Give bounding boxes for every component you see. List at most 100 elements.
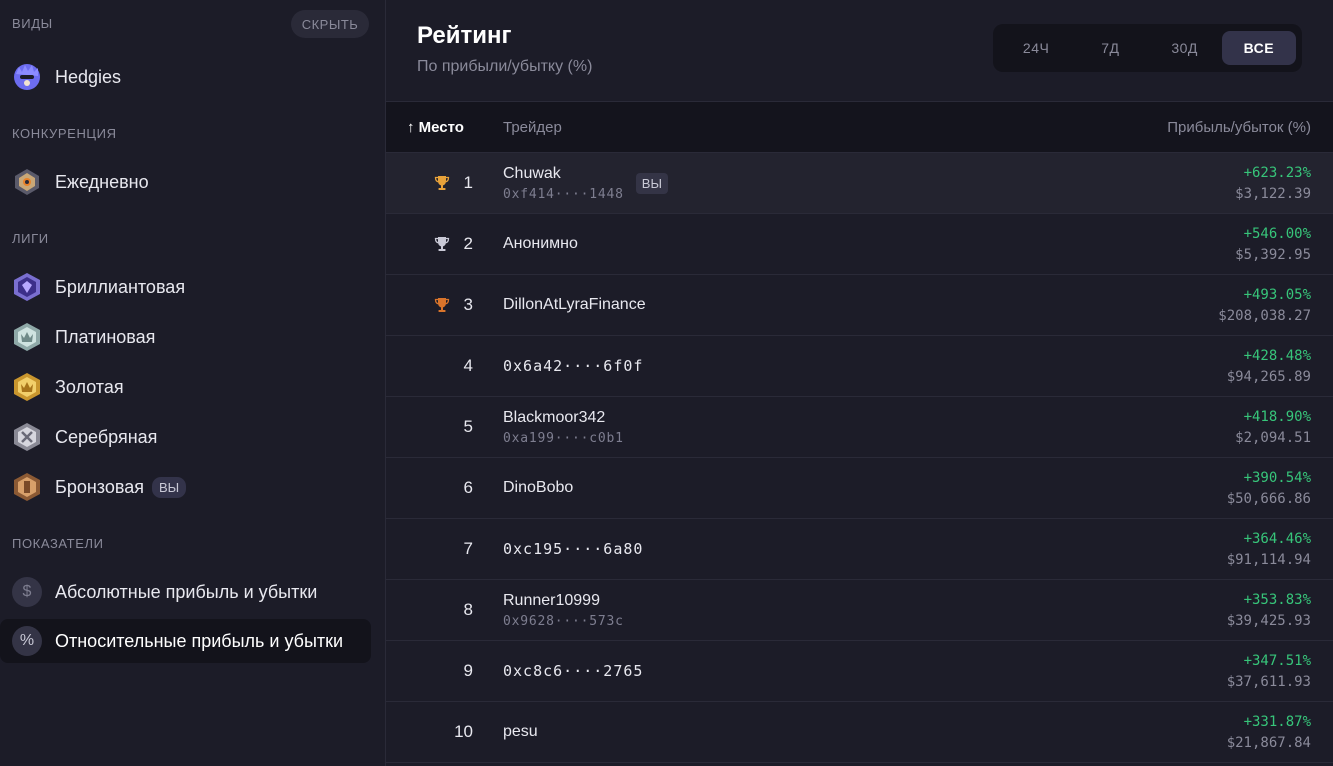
table-header: ↑ Место Трейдер Прибыль/убыток (%)	[386, 101, 1333, 153]
pnl-percent: +353.83%	[1243, 591, 1311, 608]
rank-number: 8	[463, 600, 473, 619]
percent-glyph: %	[12, 626, 42, 656]
sidebar-item-silver[interactable]: Серебряная	[0, 415, 371, 459]
table-row[interactable]: 8 Runner10999 0x9628····573c +353.83% $39,42…	[386, 580, 1333, 641]
sidebar-item-absolute-pnl[interactable]: $ Абсолютные прибыль и убытки	[0, 570, 371, 614]
pnl-percent: +331.87%	[1243, 713, 1311, 730]
pnl-absolute: $50,666.86	[1226, 490, 1311, 507]
hide-sidebar-button[interactable]: СКРЫТЬ	[291, 10, 369, 38]
app-root: ВИДЫ СКРЫТЬ Hedgies КОНКУРЕНЦИЯ Ежедневн…	[0, 0, 1333, 766]
trader-name[interactable]: pesu	[503, 723, 538, 741]
sidebar-item-label: Относительные прибыль и убытки	[55, 630, 344, 651]
views-header: ВИДЫ	[12, 16, 53, 31]
pnl-absolute: $94,265.89	[1226, 368, 1311, 385]
table-row[interactable]: 5 Blackmoor342 0xa199····c0b1 +418.90% $2,09…	[386, 397, 1333, 458]
trader-name[interactable]: 0xc195····6a80	[503, 540, 643, 558]
trader-name[interactable]: Анонимно	[503, 235, 578, 253]
table-row[interactable]: 9 0xc8c6····2765 +347.51% $37,611.93	[386, 641, 1333, 702]
leaderboard-panel: Рейтинг По прибыли/убытку (%) 24Ч 7Д 30Д…	[386, 0, 1333, 766]
page-title: Рейтинг	[417, 22, 512, 49]
rank-cell: 3	[386, 295, 503, 315]
pnl-absolute: $21,867.84	[1226, 734, 1311, 751]
pnl-percent: +418.90%	[1243, 408, 1311, 425]
table-row[interactable]: 1 Chuwak 0xf414····1448 ВЫ +623.23% $3,122.39	[386, 153, 1333, 214]
rank-cell: 4	[386, 356, 503, 376]
gold-league-icon	[12, 372, 42, 402]
pnl-cell: +364.46% $91,114.94	[1073, 531, 1333, 568]
sidebar-item-label: Бриллиантовая	[55, 276, 186, 297]
table-body: 1 Chuwak 0xf414····1448 ВЫ +623.23% $3,122.39…	[386, 153, 1333, 763]
period-30d-button[interactable]: 30Д	[1148, 31, 1222, 65]
percent-icon: %	[12, 626, 42, 656]
sidebar-item-diamond[interactable]: Бриллиантовая	[0, 265, 371, 309]
trader-name[interactable]: Blackmoor342	[503, 409, 624, 427]
sidebar-item-hedgies[interactable]: Hedgies	[0, 55, 371, 99]
column-rank-header[interactable]: ↑ Место	[386, 119, 503, 136]
trophy-icon	[434, 236, 450, 252]
table-row[interactable]: 7 0xc195····6a80 +364.46% $91,114.94	[386, 519, 1333, 580]
trader-name[interactable]: DillonAtLyraFinance	[503, 296, 646, 314]
column-trader-header[interactable]: Трейдер	[503, 119, 1073, 136]
rank-number: 3	[463, 295, 473, 314]
rank-number: 2	[463, 234, 473, 253]
table-row[interactable]: 2 Анонимно +546.00% $5,392.95	[386, 214, 1333, 275]
trader-name[interactable]: Runner10999	[503, 592, 624, 610]
sidebar-item-label: Ежедневно	[55, 171, 149, 192]
pnl-cell: +546.00% $5,392.95	[1073, 226, 1333, 263]
pnl-cell: +623.23% $3,122.39	[1073, 165, 1333, 202]
period-all-button[interactable]: ВСЕ	[1221, 31, 1296, 65]
trader-cell: 0xc195····6a80	[503, 540, 1073, 558]
table-row[interactable]: 3 DillonAtLyraFinance +493.05% $208,038.27	[386, 275, 1333, 336]
rank-cell: 10	[386, 722, 503, 742]
pnl-percent: +546.00%	[1243, 225, 1311, 242]
trader-cell: Runner10999 0x9628····573c	[503, 592, 1073, 629]
sidebar-item-label: Серебряная	[55, 426, 158, 447]
trader-cell: 0xc8c6····2765	[503, 662, 1073, 680]
pnl-cell: +331.87% $21,867.84	[1073, 714, 1333, 751]
rank-cell: 6	[386, 478, 503, 498]
rank-number: 9	[463, 661, 473, 680]
sidebar-item-relative-pnl[interactable]: % Относительные прибыль и убытки	[0, 619, 371, 663]
column-pnl-header[interactable]: Прибыль/убыток (%)	[1073, 119, 1333, 136]
pnl-percent: +390.54%	[1243, 469, 1311, 486]
trader-name[interactable]: 0x6a42····6f0f	[503, 357, 643, 375]
leaderboard-table: ↑ Место Трейдер Прибыль/убыток (%) 1 Chuw…	[386, 101, 1333, 763]
sidebar-item-label: Платиновая	[55, 326, 156, 347]
table-row[interactable]: 4 0x6a42····6f0f +428.48% $94,265.89	[386, 336, 1333, 397]
pnl-absolute: $208,038.27	[1218, 307, 1311, 324]
sidebar: ВИДЫ СКРЫТЬ Hedgies КОНКУРЕНЦИЯ Ежедневн…	[0, 0, 386, 766]
bronze-league-icon	[12, 472, 42, 502]
rank-cell: 9	[386, 661, 503, 681]
trader-name[interactable]: DinoBobo	[503, 479, 573, 497]
sidebar-item-label: Бронзовая	[55, 476, 144, 497]
trader-name[interactable]: Chuwak	[503, 165, 624, 183]
pnl-absolute: $5,392.95	[1235, 246, 1311, 263]
table-row[interactable]: 10 pesu +331.87% $21,867.84	[386, 702, 1333, 763]
trader-cell: Blackmoor342 0xa199····c0b1	[503, 409, 1073, 446]
trader-address: 0x9628····573c	[503, 613, 624, 629]
you-badge: ВЫ	[635, 172, 668, 194]
pnl-cell: +418.90% $2,094.51	[1073, 409, 1333, 446]
period-24h-button[interactable]: 24Ч	[999, 31, 1073, 65]
table-row[interactable]: 6 DinoBobo +390.54% $50,666.86	[386, 458, 1333, 519]
metrics-header: ПОКАЗАТЕЛИ	[12, 536, 104, 551]
pnl-percent: +623.23%	[1243, 164, 1311, 181]
pnl-percent: +493.05%	[1243, 286, 1311, 303]
trader-name[interactable]: 0xc8c6····2765	[503, 662, 643, 680]
sidebar-item-daily[interactable]: Ежедневно	[0, 160, 371, 204]
diamond-league-icon	[12, 272, 42, 302]
pnl-absolute: $91,114.94	[1226, 551, 1311, 568]
rank-number: 4	[463, 356, 473, 375]
silver-league-icon	[12, 422, 42, 452]
sidebar-item-label: Золотая	[55, 376, 124, 397]
dollar-icon: $	[12, 577, 42, 607]
rank-cell: 8	[386, 600, 503, 620]
rank-number: 5	[463, 417, 473, 436]
sidebar-item-platinum[interactable]: Платиновая	[0, 315, 371, 359]
sidebar-item-gold[interactable]: Золотая	[0, 365, 371, 409]
rank-number: 10	[454, 722, 473, 741]
pnl-absolute: $37,611.93	[1226, 673, 1311, 690]
period-7d-button[interactable]: 7Д	[1073, 31, 1147, 65]
sidebar-item-bronze[interactable]: Бронзовая ВЫ	[0, 465, 371, 509]
trophy-icon	[434, 297, 450, 313]
